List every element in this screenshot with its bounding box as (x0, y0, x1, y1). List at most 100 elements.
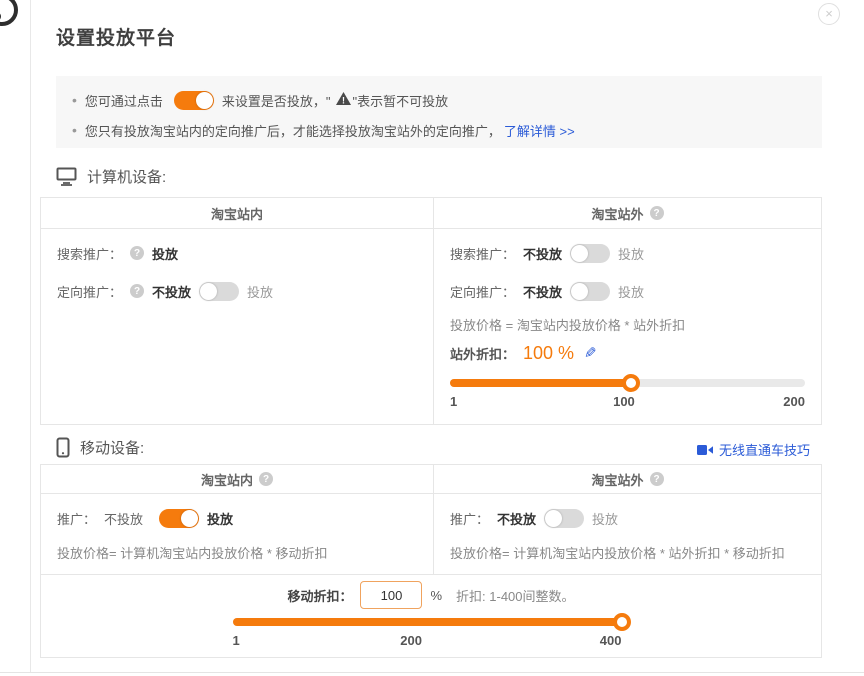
promo-label: 推广： (57, 509, 96, 528)
header-label: 淘宝站外 (591, 470, 643, 489)
bullet-icon: • (72, 122, 77, 138)
mobile-section-header: 移动设备: (56, 437, 144, 458)
wireless-tips-label: 无线直通车技巧 (719, 440, 810, 459)
search-promo-row: 搜索推广： 不投放 投放 (450, 243, 805, 263)
computer-icon (56, 167, 77, 186)
help-icon[interactable]: ? (650, 472, 664, 486)
computer-section-header: 计算机设备: (56, 166, 166, 187)
promo-row: 推广： 不投放 投放 (57, 508, 417, 528)
help-icon[interactable]: ? (130, 246, 144, 260)
close-button[interactable]: × (818, 3, 840, 25)
bullet-icon: • (72, 92, 77, 108)
corner-help-bubble (0, 0, 18, 26)
notice-box: • 您可通过点击 来设置是否投放，" ! "表示暂不可投放 • 您只有投放淘宝站… (56, 76, 822, 148)
mobile-discount-input[interactable] (360, 581, 422, 609)
panel-bottom-border (0, 672, 864, 673)
search-promo-row: 搜索推广： ? 投放 (57, 243, 417, 263)
mobile-outside-header: 淘宝站外 ? (433, 465, 821, 494)
state-on-label: 投放 (207, 509, 233, 528)
help-icon[interactable]: ? (259, 472, 273, 486)
target-promo-row: 定向推广： ? 不投放 投放 (57, 281, 417, 301)
example-toggle[interactable] (174, 91, 214, 110)
mobile-discount-slider[interactable] (233, 618, 630, 626)
notice-text: 您只有投放淘宝站内的定向推广后，才能选择投放淘宝站外的定向推广， (85, 121, 501, 140)
close-icon: × (825, 6, 833, 21)
computer-outside-search-toggle[interactable] (570, 244, 610, 263)
computer-inside-target-toggle[interactable] (199, 282, 239, 301)
percent-sign: % (430, 588, 442, 603)
video-icon (697, 444, 714, 456)
mobile-inside-cell: 推广： 不投放 投放 投放价格= 计算机淘宝站内投放价格 * 移动折扣 (41, 494, 433, 574)
state-on-label: 投放 (592, 509, 618, 528)
outside-discount-value: 100 % (523, 343, 574, 364)
mobile-discount-slider-wrap: 1 200 400 (233, 618, 630, 649)
mobile-inside-promo-toggle[interactable] (159, 509, 199, 528)
outside-price-formula: 投放价格 = 淘宝站内投放价格 * 站外折扣 (450, 316, 805, 332)
svg-text:!: ! (342, 95, 345, 105)
slider-mid-label: 200 (400, 633, 422, 648)
learn-more-link[interactable]: 了解详情 >> (504, 121, 575, 140)
toggle-knob (545, 510, 562, 527)
toggle-knob (571, 245, 588, 262)
notice-text: 您可通过点击 (85, 91, 163, 110)
help-icon[interactable]: ? (130, 284, 144, 298)
slider-fill (450, 379, 631, 387)
state-off-label: 不投放 (523, 244, 562, 263)
state-off-label: 不投放 (104, 509, 143, 528)
mobile-outside-promo-toggle[interactable] (544, 509, 584, 528)
computer-outside-header: 淘宝站外 ? (433, 198, 821, 229)
toggle-knob (196, 92, 213, 109)
promo-label: 推广： (450, 509, 489, 528)
wireless-tips-link[interactable]: 无线直通车技巧 (697, 440, 810, 459)
mobile-discount-section: 移动折扣： % 折扣: 1-400间整数。 1 200 400 (41, 574, 821, 657)
computer-section-title: 计算机设备: (87, 166, 166, 187)
slider-max-label: 200 (783, 394, 805, 409)
header-label: 淘宝站内 (211, 204, 263, 223)
promo-row: 推广： 不投放 投放 (450, 508, 805, 528)
search-promo-label: 搜索推广： (450, 244, 515, 263)
slider-labels: 1 200 400 (233, 633, 630, 649)
mobile-table: 淘宝站内 ? 淘宝站外 ? 推广： 不投放 投放 投放价格= 计算机淘宝站内投放… (40, 464, 822, 658)
toggle-knob (571, 283, 588, 300)
mobile-outside-price-formula: 投放价格= 计算机淘宝站内投放价格 * 站外折扣 * 移动折扣 (450, 544, 805, 560)
panel-left-border (30, 0, 31, 672)
computer-inside-header: 淘宝站内 (41, 198, 433, 229)
mobile-inside-price-formula: 投放价格= 计算机淘宝站内投放价格 * 移动折扣 (57, 544, 417, 560)
notice-line-1: • 您可通过点击 来设置是否投放，" ! "表示暂不可投放 (72, 85, 806, 115)
slider-min-label: 1 (450, 394, 457, 409)
mobile-phone-icon (56, 437, 70, 458)
computer-outside-target-toggle[interactable] (570, 282, 610, 301)
slider-fill (233, 618, 630, 626)
mobile-inside-header: 淘宝站内 ? (41, 465, 433, 494)
outside-discount-slider-wrap: 1 100 200 (450, 379, 805, 410)
header-label: 淘宝站内 (201, 470, 253, 489)
search-promo-label: 搜索推广： (57, 244, 122, 263)
slider-max-label: 400 (600, 633, 622, 648)
slider-mid-label: 100 (613, 394, 635, 409)
slider-handle[interactable] (622, 374, 640, 392)
computer-table: 淘宝站内 淘宝站外 ? 搜索推广： ? 投放 定向推广： ? 不投放 投放 搜索… (40, 197, 822, 425)
notice-text: "表示暂不可投放 (353, 91, 449, 110)
outside-discount-row: 站外折扣： 100 % ✎ (450, 340, 805, 366)
mobile-section-title: 移动设备: (80, 437, 144, 458)
state-on-label: 投放 (618, 282, 644, 301)
computer-outside-cell: 搜索推广： 不投放 投放 定向推广： 不投放 投放 投放价格 = 淘宝站内投放价… (433, 229, 821, 424)
discount-range-hint: 折扣: 1-400间整数。 (456, 586, 574, 605)
search-promo-state: 投放 (152, 244, 178, 263)
state-off-label: 不投放 (523, 282, 562, 301)
edit-icon[interactable]: ✎ (584, 344, 597, 362)
computer-inside-cell: 搜索推广： ? 投放 定向推广： ? 不投放 投放 (41, 229, 433, 424)
outside-discount-label: 站外折扣： (450, 344, 515, 363)
header-label: 淘宝站外 (591, 204, 643, 223)
state-off-label: 不投放 (152, 282, 191, 301)
target-promo-label: 定向推广： (57, 282, 122, 301)
target-promo-label: 定向推广： (450, 282, 515, 301)
target-promo-row: 定向推广： 不投放 投放 (450, 281, 805, 301)
slider-labels: 1 100 200 (450, 394, 805, 410)
state-on-label: 投放 (618, 244, 644, 263)
mobile-outside-cell: 推广： 不投放 投放 投放价格= 计算机淘宝站内投放价格 * 站外折扣 * 移动… (433, 494, 821, 574)
slider-handle[interactable] (613, 613, 631, 631)
slider-min-label: 1 (233, 633, 240, 648)
help-icon[interactable]: ? (650, 206, 664, 220)
outside-discount-slider[interactable] (450, 379, 805, 387)
